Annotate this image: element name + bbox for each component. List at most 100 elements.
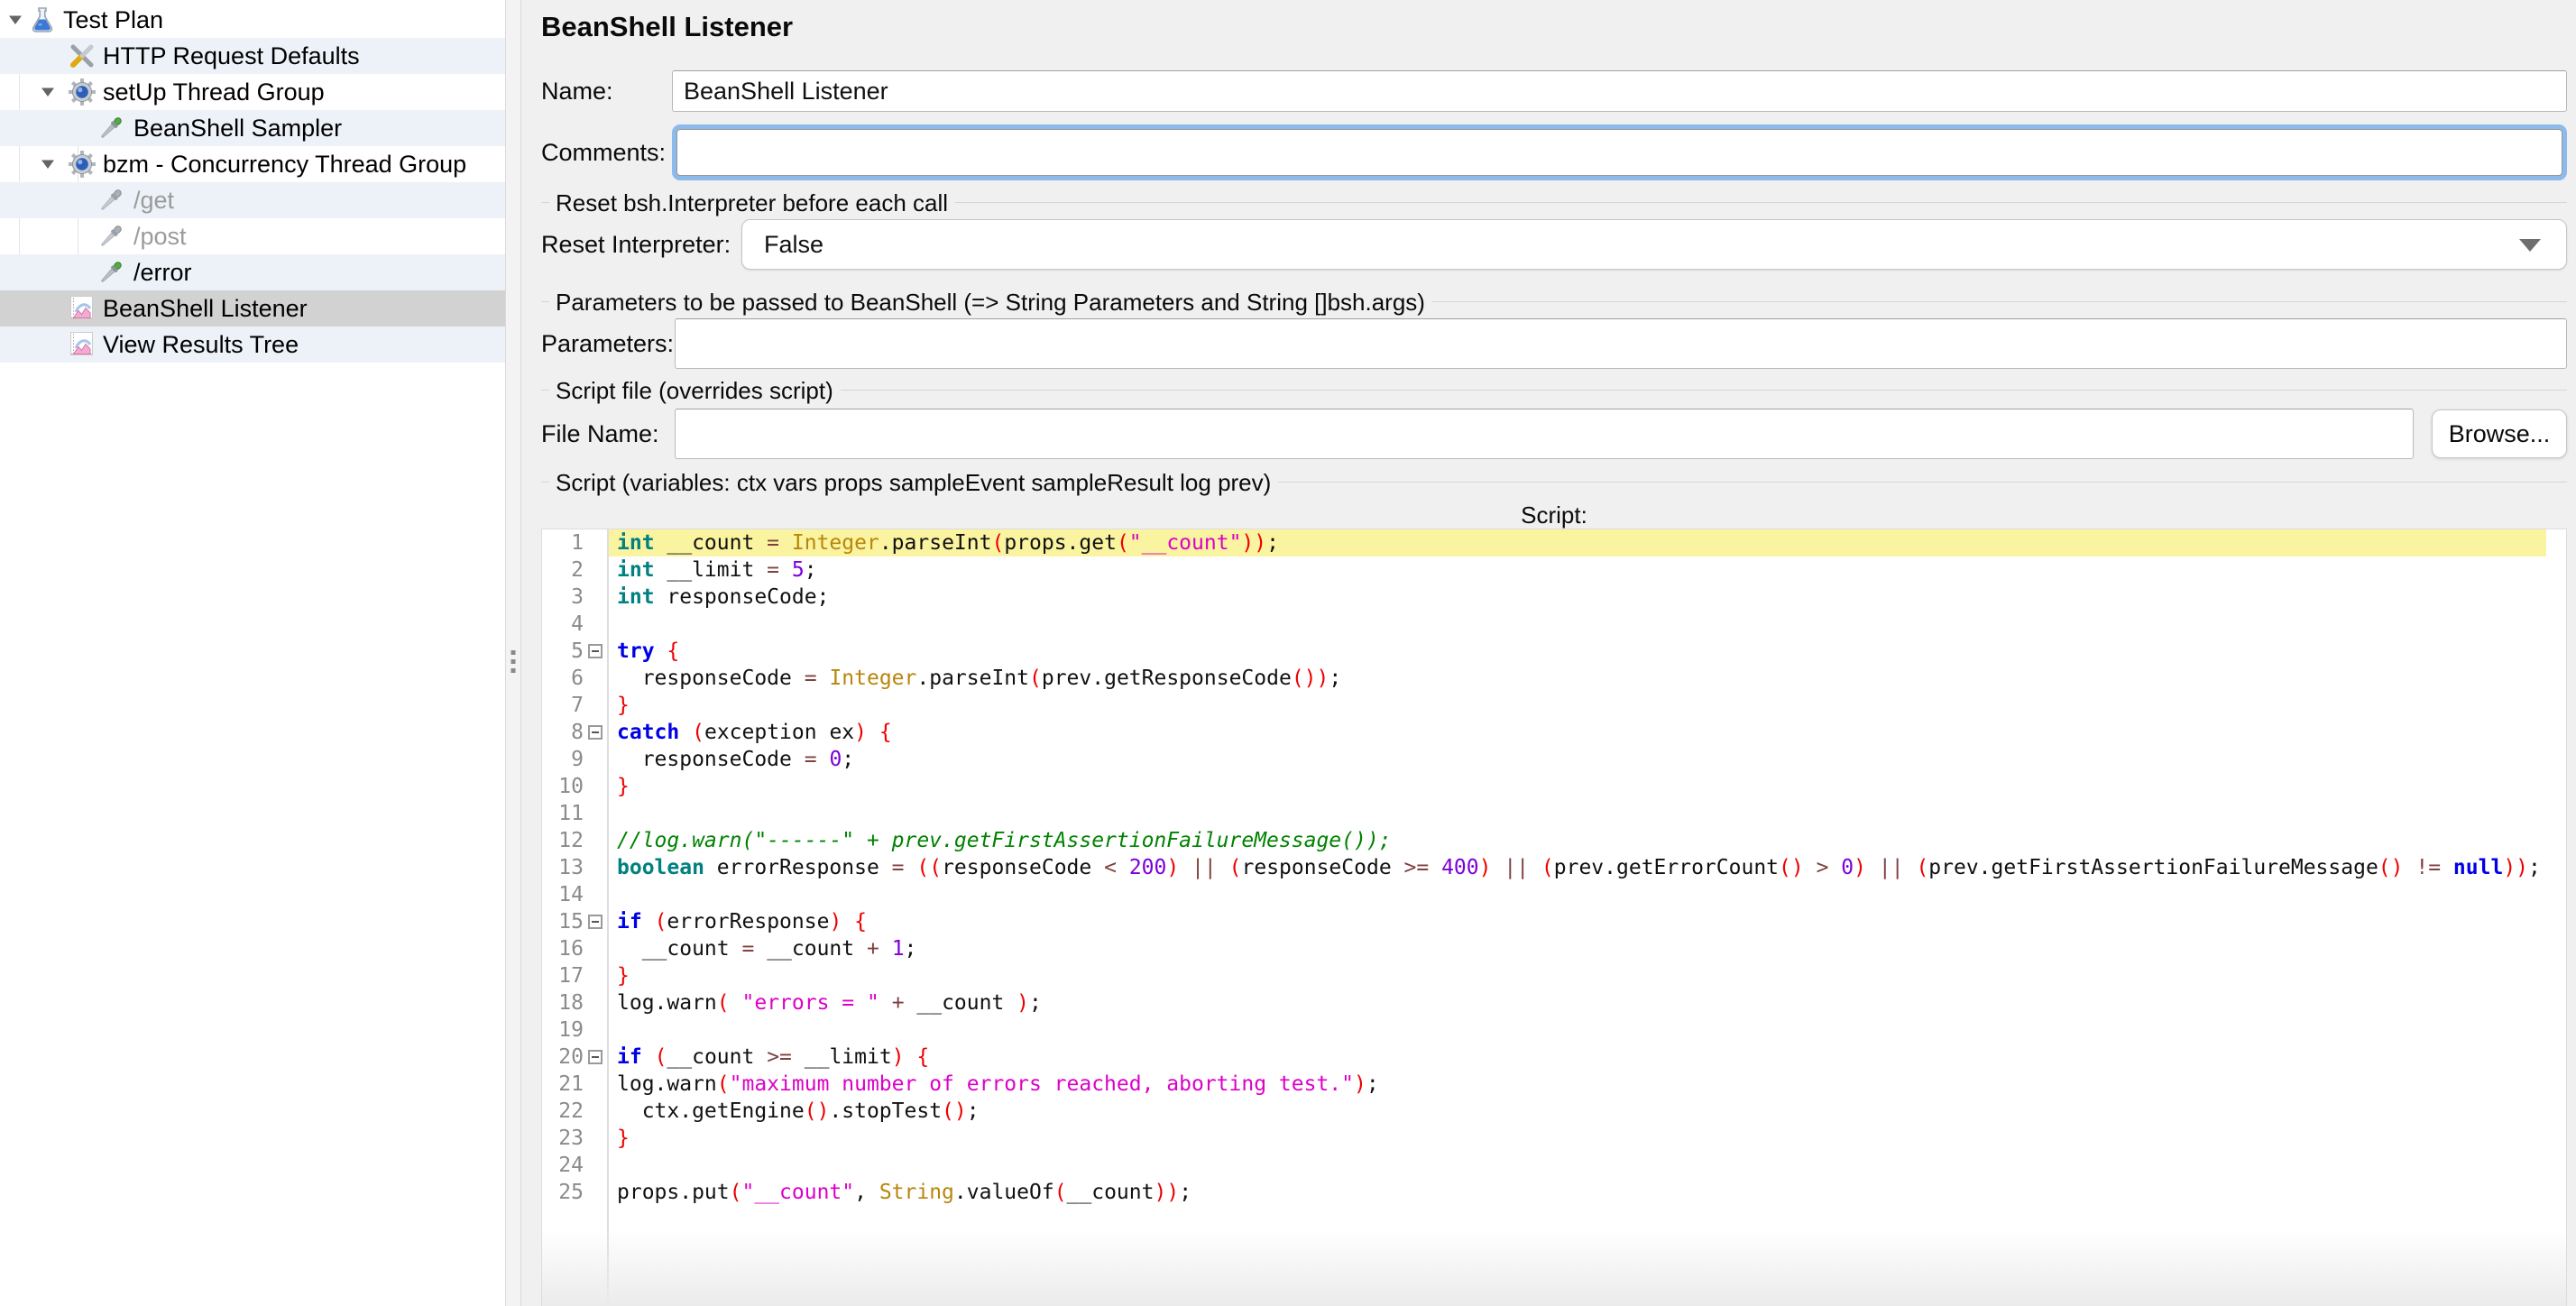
code-line[interactable]: 21 log.warn("maximum number of errors rea… (542, 1071, 2566, 1098)
code-text: log.warn( "errors = " + __count ); (607, 989, 2546, 1016)
fold-column (584, 1071, 607, 1098)
code-line[interactable]: 3 int responseCode; (542, 584, 2566, 611)
fold-column (584, 692, 607, 719)
code-line[interactable]: 24 (542, 1152, 2566, 1179)
line-number: 11 (558, 802, 584, 825)
editor-scrollbar-track[interactable] (2546, 529, 2566, 1306)
line-number: 7 (571, 694, 584, 717)
parameters-input[interactable] (675, 318, 2567, 369)
fold-column (584, 854, 607, 881)
disclosure-triangle-icon[interactable] (7, 14, 23, 31)
tree-item-label: bzm - Concurrency Thread Group (103, 151, 467, 178)
tree-item-test-plan[interactable]: Test Plan (0, 2, 505, 38)
line-number: 17 (558, 964, 584, 988)
tree-item-get[interactable]: /get (0, 182, 505, 218)
splitter-grip-icon[interactable] (511, 646, 516, 677)
sampler-disabled-icon (96, 185, 126, 220)
browse-button[interactable]: Browse... (2432, 409, 2567, 458)
line-number: 9 (571, 748, 584, 771)
code-line[interactable]: 14 (542, 881, 2566, 908)
code-text: __count = __count + 1; (607, 935, 2546, 962)
line-number: 12 (558, 829, 584, 852)
parameters-row: Parameters: (541, 317, 2567, 370)
file-name-input[interactable] (675, 409, 2414, 459)
panel-splitter[interactable] (505, 0, 521, 1306)
reset-interpreter-select[interactable]: False (741, 219, 2567, 270)
focus-ring (672, 124, 2567, 180)
line-number: 24 (558, 1154, 584, 1177)
code-line[interactable]: 20 if (__count >= __limit) { (542, 1044, 2566, 1071)
fold-column (584, 935, 607, 962)
code-line[interactable]: 8 catch (exception ex) { (542, 719, 2566, 746)
code-line[interactable]: 13 boolean errorResponse = ((responseCode… (542, 854, 2566, 881)
fold-column (584, 665, 607, 692)
code-line[interactable]: 17} (542, 962, 2566, 989)
tree-item-http-request-defaults[interactable]: HTTP Request Defaults (0, 38, 505, 74)
code-line[interactable]: 2 int __limit = 5; (542, 556, 2566, 584)
fold-toggle-icon[interactable] (584, 908, 607, 935)
reset-group-header: Reset bsh.Interpreter before each call (541, 189, 2567, 216)
tree-item-error[interactable]: /error (0, 254, 505, 290)
name-input[interactable] (672, 70, 2567, 112)
disclosure-triangle-icon[interactable] (40, 86, 56, 103)
line-number: 8 (571, 721, 584, 744)
code-line[interactable]: 5 try { (542, 638, 2566, 665)
code-line[interactable]: 4 (542, 611, 2566, 638)
reset-interpreter-row: Reset Interpreter: False (541, 218, 2567, 271)
code-text (607, 1016, 2546, 1044)
script-editor[interactable]: 1 int __count = Integer.parseInt(props.ge… (541, 529, 2567, 1306)
tree-item-label: /error (133, 259, 192, 286)
tree-item-label: View Results Tree (103, 331, 299, 358)
tree-item-setup-thread-group[interactable]: setUp Thread Group (0, 74, 505, 110)
code-line[interactable]: 19 (542, 1016, 2566, 1044)
fold-toggle-icon[interactable] (584, 638, 607, 665)
script-group-header: Script (variables: ctx vars props sample… (541, 469, 2567, 496)
tree-item-beanshell-listener[interactable]: BeanShell Listener (0, 290, 505, 326)
tree-item-view-results-tree[interactable]: View Results Tree (0, 326, 505, 363)
line-number: 13 (558, 856, 584, 879)
code-line[interactable]: 22 ctx.getEngine().stopTest(); (542, 1098, 2566, 1125)
line-number: 23 (558, 1127, 584, 1150)
code-line[interactable]: 10} (542, 773, 2566, 800)
parameters-group-title: Parameters to be passed to BeanShell (=>… (556, 288, 1425, 316)
tree-item-label: setUp Thread Group (103, 78, 325, 106)
line-number: 21 (558, 1072, 584, 1096)
code-text: catch (exception ex) { (607, 719, 2546, 746)
code-line[interactable]: 15 if (errorResponse) { (542, 908, 2566, 935)
test-plan-tree: Test Plan HTTP Request Defaults setUp Thre… (0, 0, 505, 1306)
code-line[interactable]: 11 (542, 800, 2566, 827)
code-text: int __limit = 5; (607, 556, 2546, 584)
code-text: ctx.getEngine().stopTest(); (607, 1098, 2546, 1125)
fold-column (584, 962, 607, 989)
name-row: Name: (541, 70, 2567, 112)
code-line[interactable]: 7} (542, 692, 2566, 719)
disclosure-triangle-icon[interactable] (40, 158, 56, 175)
line-number: 4 (571, 612, 584, 636)
code-line[interactable]: 16 __count = __count + 1; (542, 935, 2566, 962)
tree-item-post[interactable]: /post (0, 218, 505, 254)
thread-group-gear-icon (67, 77, 97, 112)
code-line[interactable]: 25 props.put("__count", String.valueOf(__… (542, 1179, 2566, 1206)
code-line[interactable]: 12 //log.warn("------" + prev.getFirstAss… (542, 827, 2566, 854)
code-line[interactable]: 9 responseCode = 0; (542, 746, 2566, 773)
line-number: 19 (558, 1018, 584, 1042)
fold-column (584, 1152, 607, 1179)
code-line[interactable]: 18 log.warn( "errors = " + __count ); (542, 989, 2566, 1016)
line-number: 2 (571, 558, 584, 582)
code-text: } (607, 692, 2546, 719)
fold-toggle-icon[interactable] (584, 719, 607, 746)
sampler-enabled-icon (96, 113, 126, 148)
tree-item-bzm-concurrency-thread-group[interactable]: bzm - Concurrency Thread Group (0, 146, 505, 182)
fold-column (584, 773, 607, 800)
code-line[interactable]: 23} (542, 1125, 2566, 1152)
tree-item-beanshell-sampler[interactable]: BeanShell Sampler (0, 110, 505, 146)
comments-label: Comments: (541, 138, 667, 166)
fold-toggle-icon[interactable] (584, 1044, 607, 1071)
code-text: if (errorResponse) { (607, 908, 2546, 935)
tree-item-label: Test Plan (63, 6, 164, 33)
code-line[interactable]: 1 int __count = Integer.parseInt(props.ge… (542, 529, 2566, 556)
code-line[interactable]: 6 responseCode = Integer.parseInt(prev.g… (542, 665, 2566, 692)
line-number: 18 (558, 991, 584, 1015)
editor-empty-area[interactable] (542, 1206, 2566, 1306)
comments-input[interactable] (676, 129, 2562, 176)
